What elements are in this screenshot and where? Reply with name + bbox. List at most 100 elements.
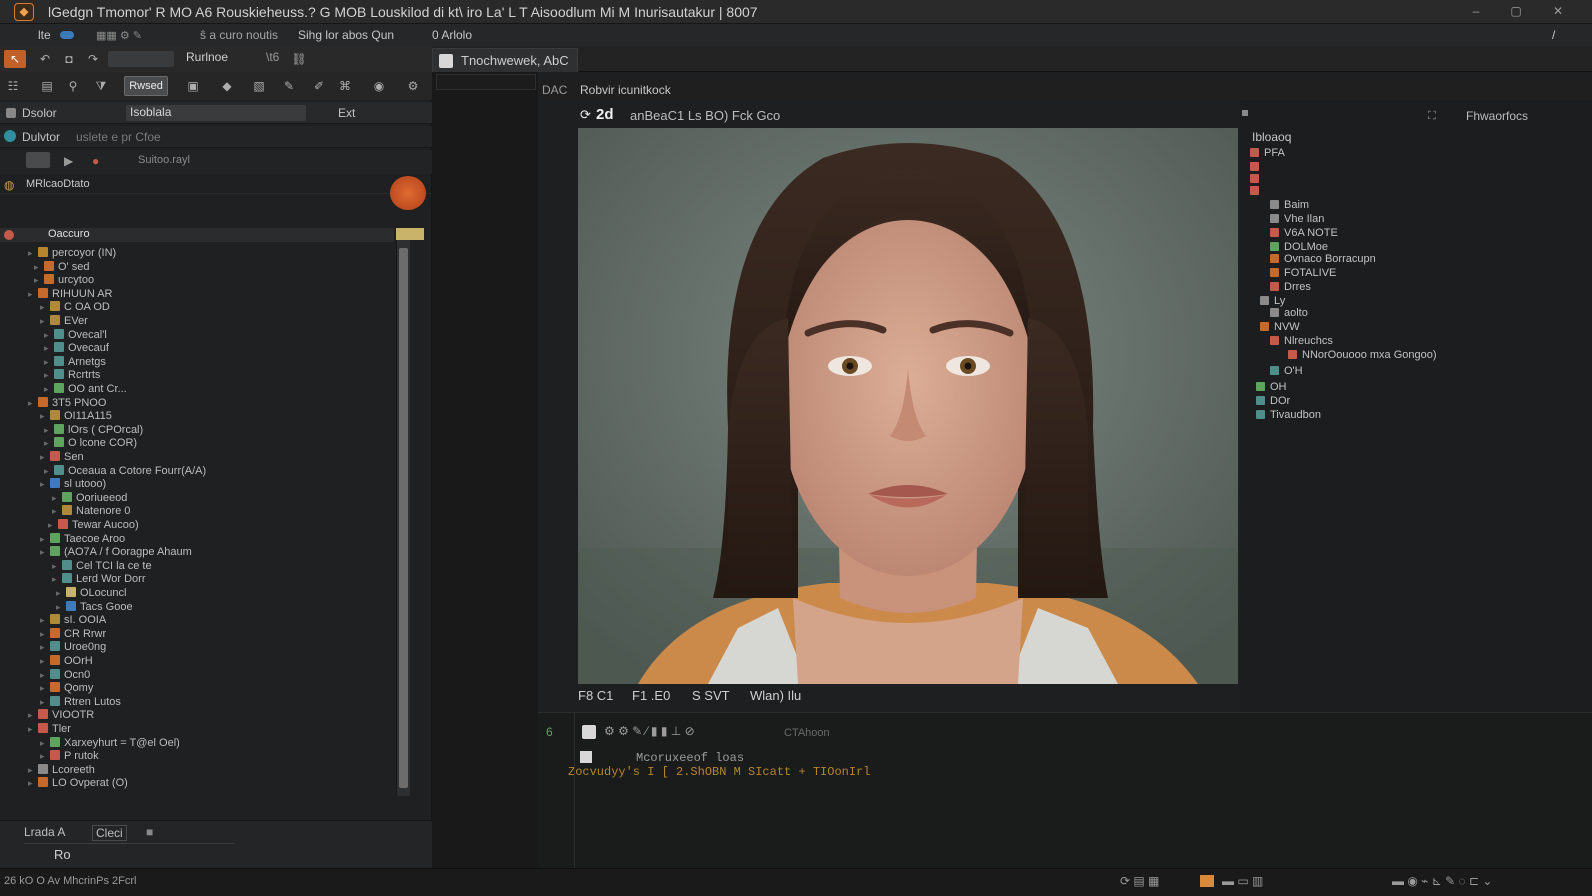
mode-button[interactable]: Rwsed (124, 76, 168, 96)
minimize-button[interactable]: – (1466, 2, 1486, 20)
command-field[interactable]: Ro (54, 847, 71, 862)
attribute-row[interactable]: Tivaudbon (1244, 408, 1321, 422)
expand-arrow-icon[interactable]: ▸ (44, 436, 54, 450)
expand-arrow-icon[interactable]: ▸ (52, 504, 62, 518)
link-icon[interactable]: ⛓ (290, 50, 308, 68)
tree-row-selected[interactable]: Oaccuro (0, 228, 394, 242)
attribute-row[interactable]: V6A NOTE (1244, 226, 1338, 240)
expand-arrow-icon[interactable]: ▸ (40, 681, 50, 695)
tree-row[interactable]: ▸ Ovecauf (0, 341, 394, 355)
expand-arrow-icon[interactable]: ▸ (44, 382, 54, 396)
menu-item-file[interactable]: lte (38, 28, 51, 42)
filter-icon[interactable]: ⧩ (92, 77, 110, 95)
expand-arrow-icon[interactable]: ▸ (34, 273, 44, 287)
expand-arrow-icon[interactable]: ▸ (40, 668, 50, 682)
select-tool-icon[interactable]: ↖ (4, 50, 26, 68)
tree-row[interactable]: ▸ Arnetgs (0, 355, 394, 369)
expand-arrow-icon[interactable]: ▸ (28, 396, 38, 410)
group-header[interactable]: ◍ MRlcaoDtato (0, 176, 432, 194)
tree-row[interactable]: ▸ VIOOTR (0, 708, 394, 722)
menu-item-edit[interactable]: ŝ a curo noutis (200, 28, 278, 42)
attribute-row[interactable]: NVW (1244, 320, 1300, 334)
tree-row[interactable]: ▸ Tewar Aucoo) (0, 518, 394, 532)
attribute-row[interactable]: Ovnaco Borracupn (1244, 252, 1376, 266)
tree-row[interactable]: ▸ Lcoreeth (0, 763, 394, 777)
expand-arrow-icon[interactable]: ▸ (40, 749, 50, 763)
record-icon[interactable]: ● (92, 154, 99, 168)
expand-arrow-icon[interactable]: ▸ (40, 300, 50, 314)
tree-row[interactable]: ▸ Ooriueeod (0, 491, 394, 505)
expand-arrow-icon[interactable]: ▸ (28, 763, 38, 777)
app-logo-icon[interactable]: ◆ (14, 3, 34, 21)
tree-row[interactable]: ▸ Ocn0 (0, 668, 394, 682)
tree-row[interactable]: ▸ RIHUUN AR (0, 287, 394, 301)
console-tools-icon[interactable]: ⚙ ⚙ ✎ ⁄ ▮ ▮ ⊥ ⊘ (604, 724, 695, 738)
expand-arrow-icon[interactable]: ▸ (52, 572, 62, 586)
redo-icon[interactable]: ↷ (84, 50, 102, 68)
attribute-row[interactable]: O'H (1244, 364, 1303, 378)
hierarchy-icon[interactable]: ☷ (4, 77, 22, 95)
tree-row[interactable]: ▸ P rutok (0, 749, 394, 763)
tree-row[interactable]: ▸ O' sed (0, 260, 394, 274)
tree-row[interactable]: ▸ 3T5 PNOO (0, 396, 394, 410)
menu-item-more[interactable]: / (1552, 28, 1555, 42)
tree-row[interactable]: ▸ urcytoo (0, 273, 394, 287)
tree-row[interactable]: ▸ Cel TCI la ce te (0, 559, 394, 573)
tree-row[interactable]: ▸ Rcrtrts (0, 368, 394, 382)
expand-arrow-icon[interactable]: ▸ (44, 328, 54, 342)
expand-arrow-icon[interactable]: ▸ (52, 559, 62, 573)
attribute-row[interactable]: Nlreuchcs (1244, 334, 1333, 348)
node-icon[interactable]: ⌘ (336, 77, 354, 95)
frame-field[interactable] (436, 74, 536, 90)
expand-arrow-icon[interactable]: ▸ (52, 491, 62, 505)
viewer-footer-item-3[interactable]: S SVT (692, 688, 730, 703)
zoom-level[interactable]: 2d (596, 106, 614, 123)
save-icon[interactable]: ◘ (60, 50, 78, 68)
expand-arrow-icon[interactable]: ▸ (40, 654, 50, 668)
active-object-badge[interactable] (390, 176, 426, 210)
expand-arrow-icon[interactable]: ▸ (44, 368, 54, 382)
tree-row[interactable]: ▸ EVer (0, 314, 394, 328)
camera-icon[interactable] (26, 152, 50, 168)
expand-arrow-icon[interactable]: ▸ (40, 450, 50, 464)
expand-arrow-icon[interactable]: ▸ (40, 545, 50, 559)
shape-icon[interactable]: ◆ (218, 77, 236, 95)
attributes-header[interactable]: Fhwaorfocs (1466, 109, 1528, 123)
tree-row[interactable]: ▸ Lerd Wor Dorr (0, 572, 394, 586)
close-button[interactable]: ✕ (1548, 2, 1568, 20)
expand-arrow-icon[interactable]: ▸ (40, 477, 50, 491)
render-status-icon[interactable] (1200, 875, 1214, 887)
layout-grid-icon[interactable]: ▦▦ ⚙ ✎ (96, 29, 142, 42)
expand-arrow-icon[interactable]: ▸ (28, 776, 38, 790)
search-text[interactable]: Rurlnoe (186, 50, 228, 64)
expand-arrow-icon[interactable]: ▸ (28, 722, 38, 736)
tree-row[interactable]: ▸ Rtren Lutos (0, 695, 394, 709)
attribute-row[interactable]: OH (1244, 380, 1287, 394)
attribute-row[interactable]: Drres (1244, 280, 1311, 294)
tree-row[interactable]: ▸ Tacs Gooe (0, 600, 394, 614)
expand-arrow-icon[interactable]: ▸ (28, 246, 38, 260)
viewer-footer-item-4[interactable]: Wlan) Ilu (750, 688, 801, 703)
maximize-button[interactable]: ▢ (1506, 2, 1526, 20)
breadcrumb-path[interactable]: Robvir icunitkock (580, 83, 671, 97)
settings-icon[interactable]: ⚙ (404, 77, 422, 95)
tree-row[interactable]: ▸ sI. OOIA (0, 613, 394, 627)
expand-arrow-icon[interactable]: ▸ (56, 600, 66, 614)
expand-arrow-icon[interactable]: ▸ (44, 464, 54, 478)
attributes-root[interactable]: Ibloaoq (1252, 130, 1291, 144)
chart-icon[interactable]: ▤ (38, 77, 56, 95)
tab-document[interactable]: Tnochwewek, AbC (432, 48, 578, 72)
view-icon[interactable]: ▶ (64, 154, 73, 168)
pen-icon[interactable]: ✎ (280, 77, 298, 95)
expand-arrow-icon[interactable]: ▸ (28, 708, 38, 722)
expand-arrow-icon[interactable]: ▸ (40, 532, 50, 546)
tree-row[interactable]: ▸ lOrs ( CPOrcal) (0, 423, 394, 437)
expand-arrow-icon[interactable]: ▸ (40, 640, 50, 654)
tree-row[interactable]: ▸ sl utooo) (0, 477, 394, 491)
status-icons-mid[interactable]: ▬ ▭ ▥ (1222, 874, 1263, 888)
viewer-footer-item-2[interactable]: F1 .E0 (632, 688, 670, 703)
attribute-row[interactable]: DOr (1244, 394, 1290, 408)
tab-layers[interactable]: Lrada A (24, 825, 65, 839)
tree-row[interactable]: ▸ OI11A115 (0, 409, 394, 423)
filter-field[interactable] (108, 51, 174, 67)
